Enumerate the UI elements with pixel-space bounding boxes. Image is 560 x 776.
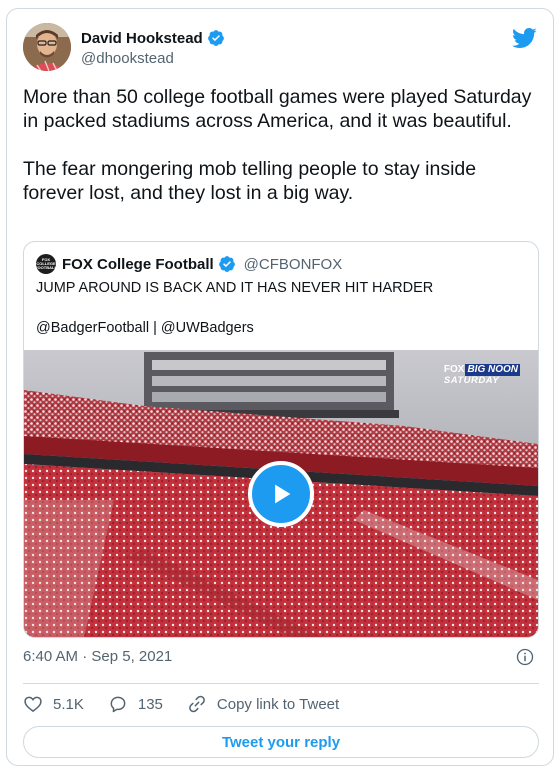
author-handle[interactable]: @dhookstead [81,50,174,67]
quoted-author-row[interactable]: FOX COLLEGE FOOTBALL FOX College Footbal… [35,254,343,274]
author-name-row[interactable]: David Hookstead [81,29,225,47]
reply-icon [110,696,126,713]
tweet-embed-card: David Hookstead @dhookstead More than 50… [6,8,554,766]
fox-big-noon-watermark: FOX BIG NOON SATURDAY [444,364,520,386]
play-icon [275,484,291,504]
tweet-text: More than 50 college football games were… [23,86,532,204]
tweet-actions: 5.1K 135 Copy link to Tweet [23,687,363,721]
watermark-saturday: SATURDAY [443,375,500,386]
author-name[interactable]: David Hookstead [81,30,203,47]
author-avatar[interactable] [23,23,71,71]
like-count: 5.1K [53,695,84,713]
twitter-bird-icon[interactable] [511,25,537,51]
reply-count: 135 [137,695,163,713]
divider [23,683,539,684]
like-action[interactable]: 5.1K [23,694,84,714]
tweet-your-reply-button[interactable]: Tweet your reply [23,726,539,758]
copy-link-label: Copy link to Tweet [216,695,340,713]
quoted-author-avatar[interactable]: FOX COLLEGE FOOTBALL [35,254,57,274]
quoted-text-line: JUMP AROUND IS BACK AND IT HAS NEVER HIT… [36,280,434,296]
play-button[interactable] [248,461,314,527]
quoted-author-handle[interactable]: @CFBONFOX [244,256,343,273]
copy-link-action[interactable]: Copy link to Tweet [187,694,339,714]
quoted-mentions-line[interactable]: @BadgerFootball | @UWBadgers [36,320,254,336]
tweet-timestamp[interactable]: 6:40 AM · Sep 5, 2021 [23,648,172,665]
reply-action[interactable]: 135 [108,694,163,714]
heart-icon [24,696,42,713]
quoted-author-name[interactable]: FOX College Football [62,256,214,273]
watermark-fox: FOX [443,364,465,375]
link-icon [188,695,205,713]
info-icon[interactable] [515,647,535,667]
verified-badge-icon [218,256,235,272]
quoted-video[interactable]: FOX BIG NOON SATURDAY [24,350,538,637]
quoted-avatar-logo-text: FOX COLLEGE FOOTBALL [35,257,57,270]
quoted-tweet[interactable]: FOX COLLEGE FOOTBALL FOX College Footbal… [23,241,539,638]
verified-badge-icon [207,30,224,46]
